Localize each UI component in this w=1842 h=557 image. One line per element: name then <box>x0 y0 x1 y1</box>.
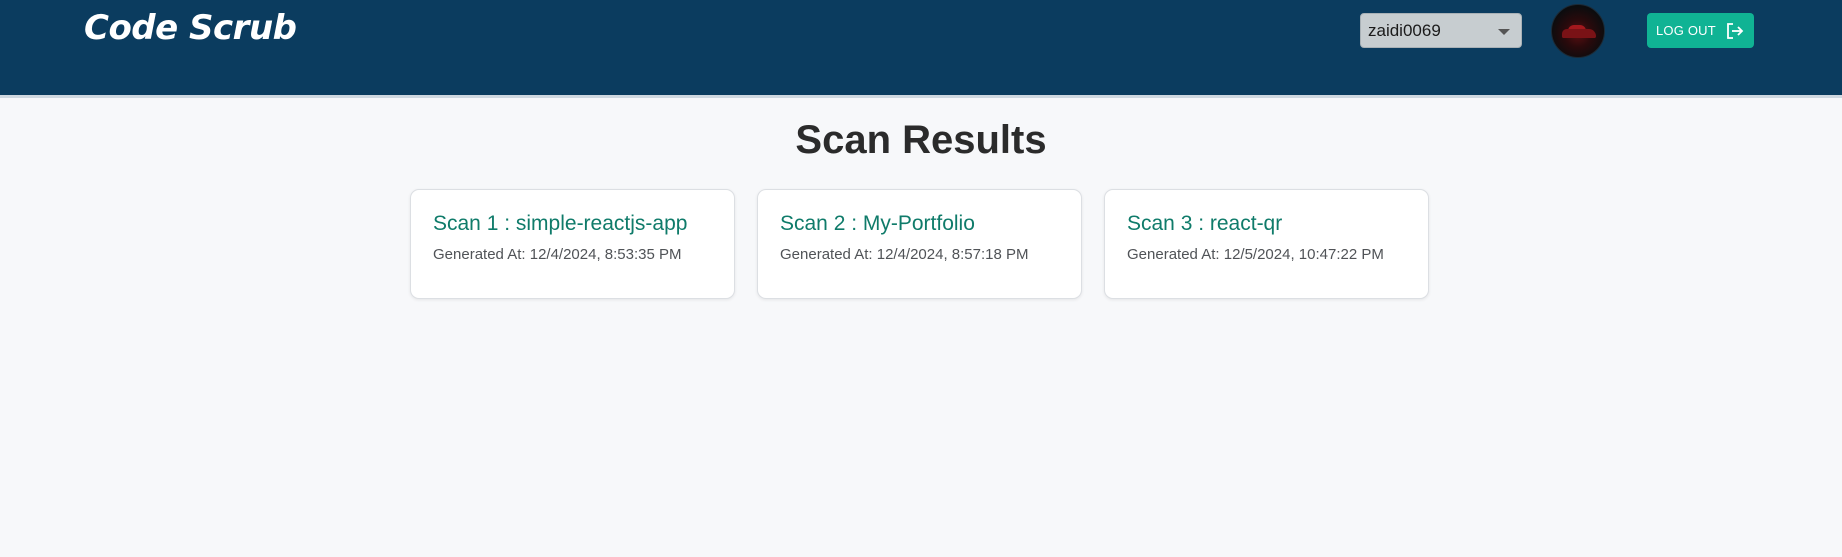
user-select-value: zaidi0069 <box>1368 21 1441 40</box>
scan-card-title[interactable]: Scan 2 : My-Portfolio <box>780 212 975 236</box>
logout-icon <box>1727 23 1744 39</box>
scan-card-generated-at: Generated At: 12/5/2024, 10:47:22 PM <box>1127 246 1384 263</box>
logout-button[interactable]: LOG OUT <box>1647 13 1754 48</box>
scan-card-title[interactable]: Scan 3 : react-qr <box>1127 212 1282 236</box>
page-title: Scan Results <box>795 118 1047 162</box>
logout-button-label: LOG OUT <box>1656 23 1716 38</box>
avatar-image-car <box>1562 29 1596 38</box>
chevron-down-icon <box>1498 29 1510 35</box>
scan-card-title[interactable]: Scan 1 : simple-reactjs-app <box>433 212 687 236</box>
scan-card-3[interactable]: Scan 3 : react-qr Generated At: 12/5/202… <box>1104 189 1429 299</box>
app-logo[interactable]: Code Scrub <box>84 8 297 48</box>
user-select-dropdown[interactable]: zaidi0069 <box>1360 13 1522 48</box>
scan-card-2[interactable]: Scan 2 : My-Portfolio Generated At: 12/4… <box>757 189 1082 299</box>
scan-card-generated-at: Generated At: 12/4/2024, 8:57:18 PM <box>780 246 1029 263</box>
avatar[interactable] <box>1551 4 1605 58</box>
top-navbar: Code Scrub zaidi0069 LOG OUT <box>0 0 1842 98</box>
scan-card-generated-at: Generated At: 12/4/2024, 8:53:35 PM <box>433 246 682 263</box>
scan-card-1[interactable]: Scan 1 : simple-reactjs-app Generated At… <box>410 189 735 299</box>
